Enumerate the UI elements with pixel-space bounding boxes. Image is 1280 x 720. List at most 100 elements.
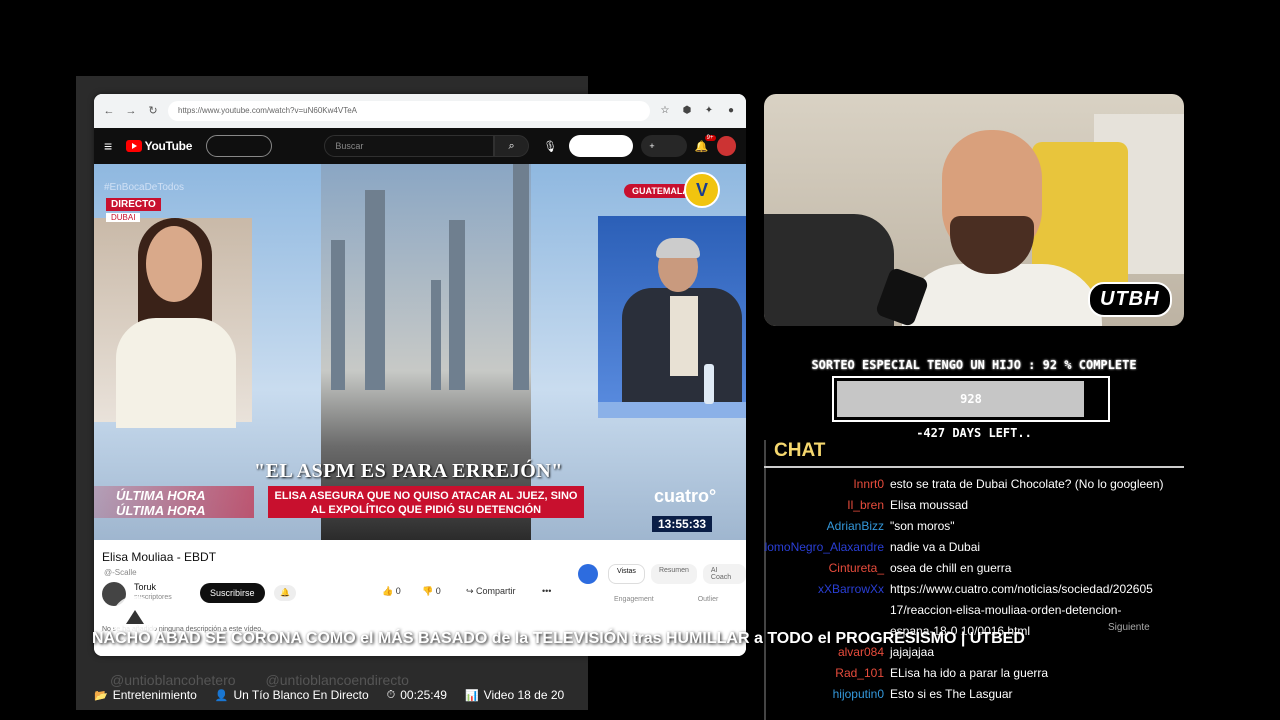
anchor-shirt [670, 296, 698, 376]
like-button[interactable]: 👍 0 [382, 586, 401, 597]
chat-message: 17/reaccion-elisa-mouliaa-orden-detencio… [764, 600, 1184, 620]
search-icon[interactable]: ⌕ [494, 135, 530, 157]
tab-vistas[interactable]: Vistas [608, 564, 645, 584]
chat-header: CHAT [774, 440, 826, 461]
tower [331, 240, 345, 390]
chat-message: xXBarrowXx https://www.cuatro.com/noticia… [764, 579, 1184, 599]
channel-name[interactable]: Toruk [134, 582, 156, 592]
browser-window: ← → ↻ https://www.youtube.com/watch?v=uN… [94, 94, 746, 656]
chat-text: ELisa ha ido a parar la guerra [890, 666, 1049, 680]
search-input[interactable]: Buscar [324, 135, 495, 157]
forward-icon[interactable]: → [124, 104, 138, 118]
next-video-label[interactable]: Siguiente [1108, 622, 1150, 633]
goal-days-left: -427 DAYS LEFT.. [916, 426, 1032, 440]
video-subtitle: @-Scalle [104, 568, 137, 577]
extension-icon[interactable]: ⬢ [680, 104, 694, 118]
chat-message: Rad_101 ELisa ha ido a parar la guerra [764, 663, 1184, 683]
reload-icon[interactable]: ↻ [146, 104, 160, 118]
chat-username[interactable]: hijoputin0 [833, 684, 884, 704]
chat-text: osea de chill en guerra [890, 561, 1012, 575]
share-button[interactable]: ↪ Compartir [466, 586, 516, 597]
folder-icon: 📂 [94, 689, 108, 702]
streamer-logo: UTBH [1088, 282, 1172, 317]
chat-message: Il_bren Elisa moussad [764, 495, 1184, 515]
stream-scene: ← → ↻ https://www.youtube.com/watch?v=uN… [0, 0, 1280, 720]
tower [365, 190, 385, 390]
goal-title: SORTEO ESPECIAL TENGO UN HIJO : 92 % COM… [811, 358, 1137, 372]
bell-icon[interactable]: 🔔 9+ [695, 134, 716, 153]
mic-icon[interactable]: 🎙 [543, 140, 557, 153]
side-panel-avatar[interactable] [578, 564, 598, 584]
category-meta: 📂 Entretenimiento [94, 688, 197, 702]
url-input[interactable]: https://www.youtube.com/watch?v=uN60Kw4V… [168, 101, 650, 121]
youtube-play-icon [125, 140, 142, 152]
network-logo: cuatro° [654, 486, 717, 506]
create-button[interactable]: + Crear [641, 135, 687, 173]
notification-badge: 9+ [704, 134, 716, 141]
star-icon[interactable]: ☆ [658, 104, 672, 118]
tab-resumen[interactable]: Resumen [650, 564, 697, 584]
extension-pill[interactable] [569, 135, 634, 157]
youtube-header: ≡ YouTube Buscar ⌕ 🎙 + Crear 🔔9+ [94, 128, 746, 173]
chat-text: 17/reaccion-elisa-mouliaa-orden-detencio… [890, 603, 1122, 617]
tab-ai-coach[interactable]: AI Coach [702, 564, 746, 584]
clock-icon: ⏱ [386, 688, 396, 701]
tower [513, 164, 529, 390]
watermark-hetero: @untioblancohetero [110, 672, 236, 688]
back-icon[interactable]: ← [102, 104, 116, 118]
news-headline: "EL ASPM ES PARA ERREJÓN" [254, 460, 563, 482]
youtube-logo[interactable]: YouTube [125, 139, 193, 153]
account-pill[interactable] [206, 135, 273, 157]
outlier-label: Outlier [697, 596, 719, 603]
chat-username[interactable]: Il_bren [847, 495, 884, 515]
side-panel-tabs: Vistas Resumen AI Coach [608, 564, 746, 584]
side-panel-labels: Engagement Outlier [614, 596, 718, 603]
dislike-button[interactable]: 👎 0 [422, 586, 441, 597]
city-footage [321, 164, 531, 540]
goal-track: 928 [837, 381, 1105, 417]
more-options-button[interactable]: ••• [542, 586, 551, 596]
chat-text: https://www.cuatro.com/noticias/sociedad… [890, 582, 1153, 596]
subscribe-button[interactable]: Suscribirse [200, 583, 265, 603]
video-player[interactable]: #EnBocaDeTodos DIRECTO DUBAI GUATEMALA V… [94, 164, 746, 540]
news-subheadline: ELISA ASEGURA QUE NO QUISO ATACAR AL JUE… [268, 486, 584, 518]
chat-panel: CHAT Innrt0 esto se trata de Dubai Chocol… [764, 440, 1184, 720]
now-playing-title: NACHO ABAD SE CORONA COMO el MÁS BASADO … [92, 630, 1025, 647]
notification-bell-icon[interactable]: 🔔 [274, 585, 296, 601]
user-icon: 👤 [214, 689, 229, 702]
goal-progress-bar: 928 [832, 376, 1110, 422]
broadcast-clock: 13:55:33 [652, 516, 713, 532]
address-bar: ← → ↻ https://www.youtube.com/watch?v=uN… [94, 94, 746, 128]
duration-meta: ⏱ 00:25:49 [387, 688, 447, 702]
channel-watermarks: @untioblancohetero @untioblancoendirecto [110, 672, 409, 688]
chart-icon: 📊 [464, 689, 479, 702]
puzzle-icon[interactable]: ✦ [702, 104, 716, 118]
chat-username[interactable]: PalomoNegro_Alaxandre [764, 537, 884, 557]
anchor-video [598, 216, 746, 418]
chat-message: PalomoNegro_Alaxandre nadie va a Dubai [764, 537, 1184, 557]
youtube-logo-text: YouTube [144, 139, 193, 153]
chat-text: Elisa moussad [890, 498, 969, 512]
channel-meta: 👤 Un Tío Blanco En Directo [215, 688, 369, 702]
chat-text: Esto si es The Lasguar [890, 687, 1013, 701]
chat-username[interactable]: Cintureta_ [829, 558, 884, 578]
breaking-news-ticker: ÚLTIMA HORA ÚLTIMA HORA ÚLTIMA H [94, 486, 254, 518]
duration-label: 00:25:49 [400, 688, 447, 702]
chat-text: "son moros" [890, 519, 955, 533]
chat-username[interactable]: AdrianBizz [827, 516, 884, 536]
avatar[interactable] [716, 136, 736, 156]
equipment [764, 214, 894, 326]
streamer-shirt [902, 264, 1102, 326]
video-title: Elisa Mouliaa - EBDT [102, 550, 217, 564]
chat-text: esto se trata de Dubai Chocolate? (No lo… [890, 477, 1164, 491]
chat-username[interactable]: Innrt0 [853, 474, 884, 494]
chat-username[interactable]: xXBarrowXx [818, 579, 884, 599]
chat-username[interactable]: Rad_101 [835, 663, 884, 683]
tower [449, 220, 465, 390]
profile-icon[interactable]: ● [724, 104, 738, 118]
chat-message: hijoputin0 Esto si es The Lasguar [764, 684, 1184, 704]
anchor-hair [656, 238, 700, 258]
menu-icon[interactable]: ≡ [104, 138, 118, 154]
video-hashtag: #EnBocaDeTodos [104, 182, 185, 193]
chat-text: nadie va a Dubai [890, 540, 981, 554]
